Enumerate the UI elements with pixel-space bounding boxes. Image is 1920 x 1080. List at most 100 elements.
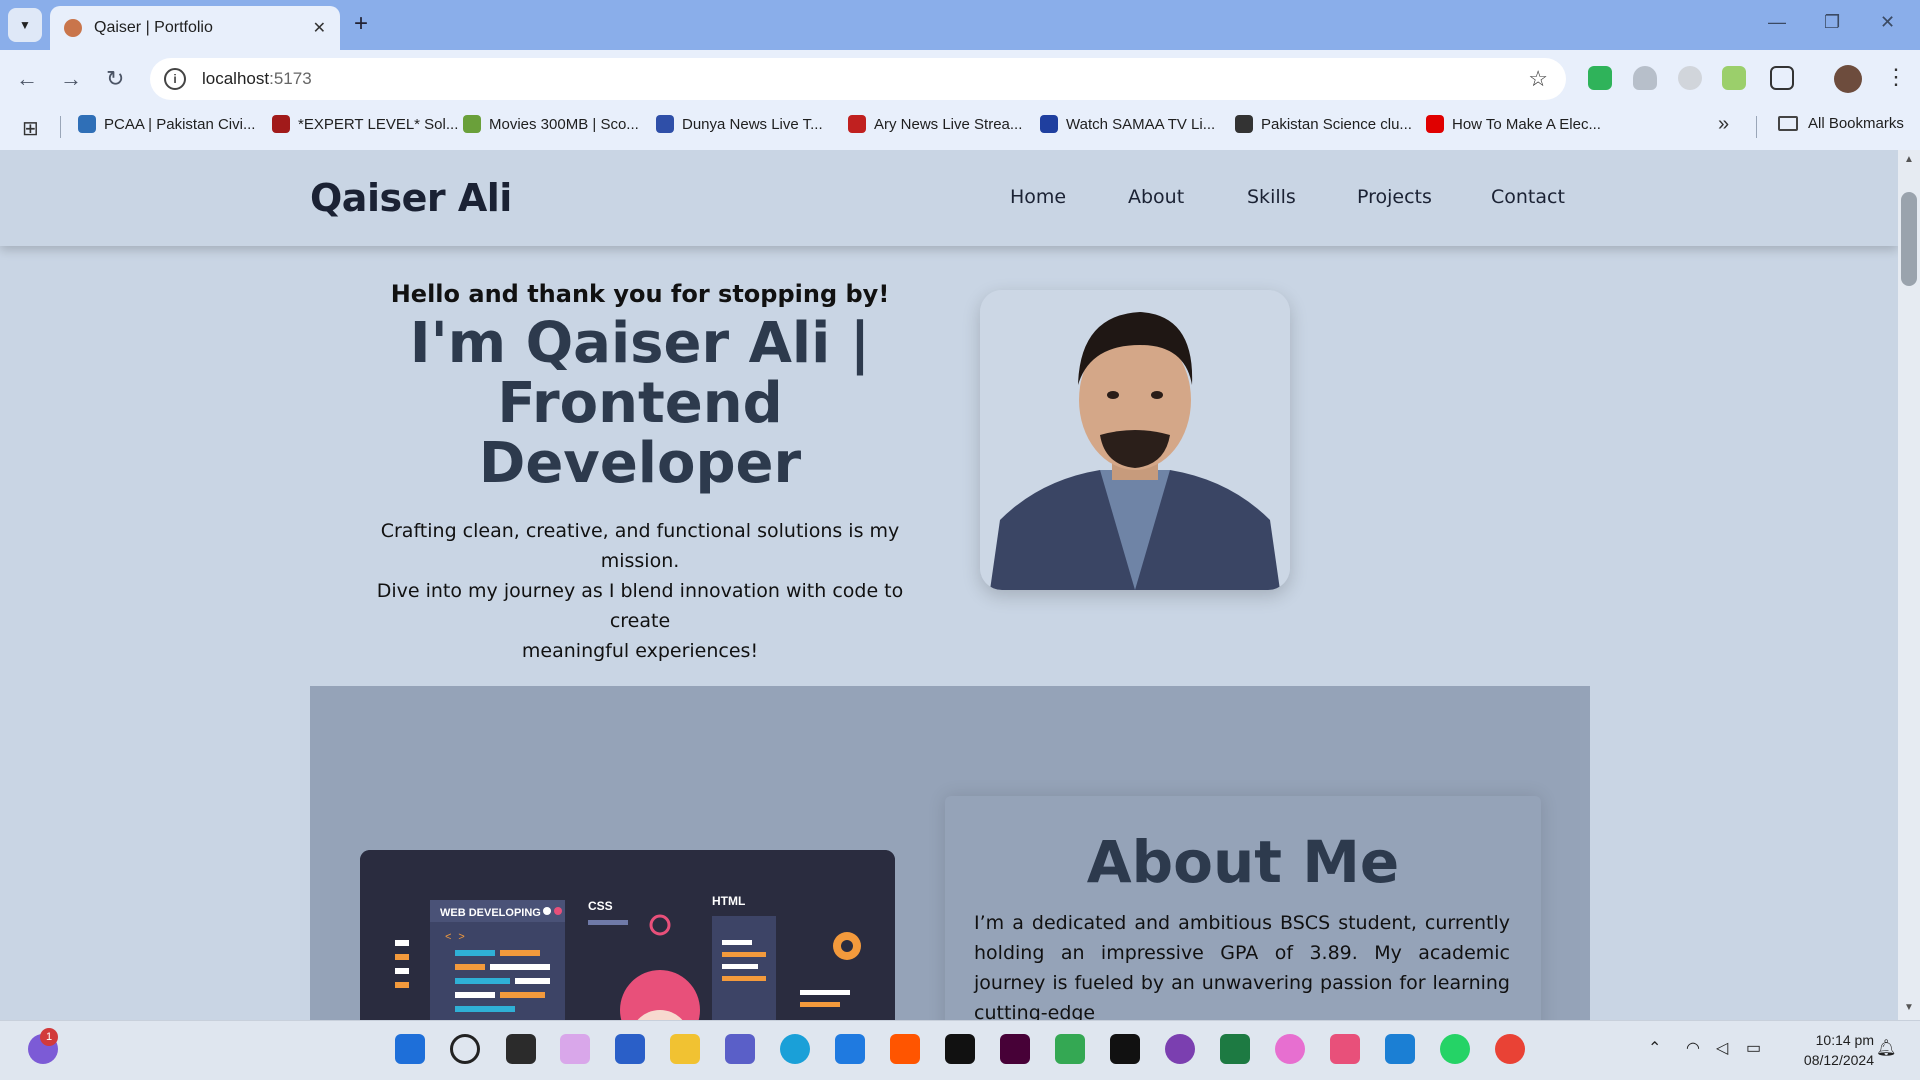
- shield-extension-icon[interactable]: [1633, 66, 1657, 90]
- cart-extension-icon[interactable]: [1722, 66, 1746, 90]
- url-host: localhost: [202, 69, 270, 88]
- bookmark-item[interactable]: *EXPERT LEVEL* Sol...: [272, 115, 458, 133]
- portrait-illustration: [980, 290, 1290, 590]
- web-dev-illustration: WEB DEVELOPING < > CSS HTML: [360, 850, 895, 1020]
- clock-date: 08/12/2024: [1803, 1052, 1874, 1068]
- site-info-icon[interactable]: i: [164, 68, 186, 90]
- bookmark-favicon-icon: [463, 115, 481, 133]
- hero-desc-line: Dive into my journey as I blend innovati…: [376, 580, 904, 632]
- nav-contact[interactable]: Contact: [1491, 186, 1565, 208]
- tab-close-icon[interactable]: ✕: [313, 18, 326, 38]
- hero-title-line: Frontend: [497, 371, 783, 436]
- nav-home[interactable]: Home: [1010, 186, 1066, 208]
- hero-desc-line: Crafting clean, creative, and functional…: [380, 520, 900, 572]
- soundcloud-icon[interactable]: [890, 1034, 920, 1064]
- forward-arrow-icon[interactable]: →: [60, 66, 82, 92]
- window-close-button[interactable]: ✕: [1880, 12, 1895, 33]
- profile-photo: [980, 290, 1290, 590]
- vscode-icon[interactable]: [1385, 1034, 1415, 1064]
- battery-icon[interactable]: ▭: [1746, 1038, 1761, 1058]
- snipping-tool-icon[interactable]: [560, 1034, 590, 1064]
- illustration-web-developing: WEB DEVELOPING: [440, 907, 541, 919]
- search-icon[interactable]: [450, 1034, 480, 1064]
- teams-icon[interactable]: [725, 1034, 755, 1064]
- new-tab-button[interactable]: +: [354, 10, 368, 38]
- grammar-extension-icon[interactable]: [1678, 66, 1702, 90]
- hero-title: I'm Qaiser Ali | Frontend Developer: [340, 314, 940, 494]
- file-explorer-icon[interactable]: [670, 1034, 700, 1064]
- bookmark-label: How To Make A Elec...: [1452, 115, 1601, 133]
- reload-icon[interactable]: ↻: [106, 66, 124, 92]
- scroll-down-icon[interactable]: ▼: [1904, 1002, 1914, 1013]
- medium-icon[interactable]: [945, 1034, 975, 1064]
- bookmark-label: *EXPERT LEVEL* Sol...: [298, 115, 459, 133]
- folder-icon: [1778, 116, 1798, 131]
- clock-time: 10:14 pm: [1815, 1032, 1874, 1048]
- task-view-icon[interactable]: [506, 1034, 536, 1064]
- about-section: WEB DEVELOPING < > CSS HTML About Me I’m…: [310, 686, 1590, 1020]
- copilot-icon[interactable]: [1275, 1034, 1305, 1064]
- url-port: :5173: [269, 69, 312, 88]
- browser-menu-icon[interactable]: ⋮: [1885, 64, 1907, 90]
- nav-skills[interactable]: Skills: [1247, 186, 1296, 208]
- about-title: About Me: [1086, 828, 1400, 896]
- extension-green-icon[interactable]: [1588, 66, 1612, 90]
- tray-overflow-icon[interactable]: ⌃: [1648, 1038, 1661, 1058]
- address-bar[interactable]: i localhost:5173 ☆: [150, 58, 1566, 100]
- hero-title-line: Developer: [478, 431, 802, 496]
- bookmark-item[interactable]: PCAA | Pakistan Civi...: [78, 115, 255, 133]
- bookmark-favicon-icon: [1040, 115, 1058, 133]
- volume-icon[interactable]: ◁: [1716, 1038, 1728, 1058]
- wifi-icon[interactable]: ◠: [1686, 1038, 1700, 1058]
- slack-icon[interactable]: [1330, 1034, 1360, 1064]
- edge-icon[interactable]: [780, 1034, 810, 1064]
- bookmark-item[interactable]: Movies 300MB | Sco...: [463, 115, 639, 133]
- illustration-code-tag: < >: [445, 932, 465, 944]
- store-icon[interactable]: [615, 1034, 645, 1064]
- minimize-button[interactable]: —: [1768, 12, 1786, 33]
- all-bookmarks-button[interactable]: All Bookmarks: [1778, 115, 1904, 132]
- app-square-icon[interactable]: [1110, 1034, 1140, 1064]
- bookmark-label: PCAA | Pakistan Civi...: [104, 115, 256, 133]
- site-navbar: Qaiser Ali Home About Skills Projects Co…: [0, 150, 1898, 246]
- bookmark-item[interactable]: Watch SAMAA TV Li...: [1040, 115, 1215, 133]
- excel-icon[interactable]: [1220, 1034, 1250, 1064]
- bookmark-item[interactable]: Ary News Live Strea...: [848, 115, 1022, 133]
- bookmark-item[interactable]: How To Make A Elec...: [1426, 115, 1601, 133]
- nav-about[interactable]: About: [1128, 186, 1184, 208]
- all-bookmarks-label: All Bookmarks: [1808, 115, 1904, 132]
- bookmark-label: Pakistan Science clu...: [1261, 115, 1412, 133]
- bookmark-item[interactable]: Dunya News Live T...: [656, 115, 823, 133]
- nav-projects[interactable]: Projects: [1357, 186, 1432, 208]
- bookmarks-overflow-icon[interactable]: »: [1718, 113, 1729, 136]
- back-arrow-icon[interactable]: ←: [16, 66, 38, 92]
- scrollbar-thumb[interactable]: [1901, 192, 1917, 286]
- restore-button[interactable]: ❐: [1824, 12, 1840, 33]
- bookmark-item[interactable]: Pakistan Science clu...: [1235, 115, 1412, 133]
- bookmark-favicon-icon: [656, 115, 674, 133]
- github-icon[interactable]: [1165, 1034, 1195, 1064]
- address-url[interactable]: localhost:5173: [202, 69, 312, 89]
- scroll-up-icon[interactable]: ▲: [1904, 154, 1914, 165]
- notification-bell-icon[interactable]: 🔔︎: [1876, 1038, 1896, 1058]
- apps-grid-icon[interactable]: ⊞: [22, 116, 39, 141]
- coding-illustration: WEB DEVELOPING < > CSS HTML: [360, 850, 895, 1020]
- page-scrollbar[interactable]: ▲ ▼: [1898, 150, 1920, 1020]
- extensions-puzzle-icon[interactable]: [1770, 66, 1794, 90]
- illustration-html: HTML: [712, 894, 745, 908]
- bookmark-separator: [1756, 116, 1757, 138]
- profile-avatar[interactable]: [1834, 65, 1862, 93]
- adobe-xd-icon[interactable]: [1000, 1034, 1030, 1064]
- site-logo[interactable]: Qaiser Ali: [310, 176, 512, 220]
- tab-portfolio[interactable]: Qaiser | Portfolio ✕: [50, 6, 340, 50]
- google-meet-icon[interactable]: [1055, 1034, 1085, 1064]
- tab-search-button[interactable]: ▼: [8, 8, 42, 42]
- bookmark-label: Dunya News Live T...: [682, 115, 823, 133]
- windows-start-icon[interactable]: [395, 1034, 425, 1064]
- whatsapp-icon[interactable]: [1440, 1034, 1470, 1064]
- illustration-css: CSS: [588, 899, 613, 913]
- chrome-icon[interactable]: [1495, 1034, 1525, 1064]
- taskbar-clock[interactable]: 10:14 pm 08/12/2024: [1774, 1030, 1874, 1070]
- bookmark-star-icon[interactable]: ☆: [1528, 66, 1548, 92]
- mail-icon[interactable]: [835, 1034, 865, 1064]
